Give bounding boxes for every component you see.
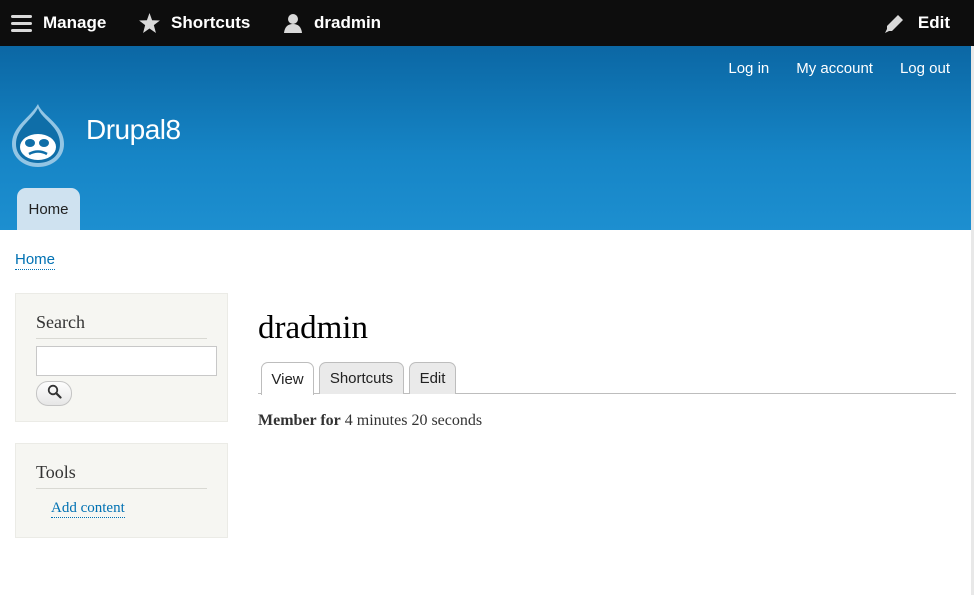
edit-label: Edit bbox=[917, 13, 950, 32]
tools-block: Tools Add content bbox=[15, 443, 228, 538]
shortcuts-button[interactable]: Shortcuts bbox=[139, 0, 250, 46]
log-out-link[interactable]: Log out bbox=[900, 60, 950, 77]
search-block: Search bbox=[15, 293, 228, 422]
tab-view[interactable]: View bbox=[261, 362, 314, 395]
shortcuts-label: Shortcuts bbox=[171, 13, 251, 32]
page-title: dradmin bbox=[258, 310, 368, 346]
my-account-link[interactable]: My account bbox=[796, 60, 873, 77]
breadcrumb-home-link[interactable]: Home bbox=[15, 251, 56, 270]
add-content-link[interactable]: Add content bbox=[51, 500, 125, 518]
manage-button[interactable]: Manage bbox=[11, 0, 106, 46]
tools-block-title: Tools bbox=[36, 462, 207, 489]
search-icon bbox=[47, 384, 62, 404]
user-label: dradmin bbox=[314, 13, 382, 32]
user-button[interactable]: dradmin bbox=[283, 0, 381, 46]
main-menu-home-tab[interactable]: Home bbox=[17, 188, 80, 230]
site-header: Log in My account Log out Drupal8 Home bbox=[0, 46, 974, 230]
member-for-field: Member for 4 minutes 20 seconds bbox=[258, 412, 482, 430]
member-for-value: 4 minutes 20 seconds bbox=[344, 412, 483, 429]
log-in-link[interactable]: Log in bbox=[728, 60, 769, 77]
search-block-title: Search bbox=[36, 312, 207, 339]
member-for-label: Member for bbox=[258, 412, 341, 429]
user-icon bbox=[283, 13, 303, 33]
manage-label: Manage bbox=[43, 13, 107, 32]
pencil-icon bbox=[884, 14, 904, 33]
tab-edit[interactable]: Edit bbox=[409, 362, 456, 394]
search-input[interactable] bbox=[36, 346, 217, 376]
admin-toolbar: Manage Shortcuts dradmin Edit bbox=[0, 0, 974, 46]
star-icon bbox=[139, 13, 160, 33]
menu-icon bbox=[11, 14, 32, 32]
site-name[interactable]: Drupal8 bbox=[86, 114, 181, 146]
edit-button[interactable]: Edit bbox=[884, 0, 950, 46]
tab-shortcuts[interactable]: Shortcuts bbox=[319, 362, 404, 394]
secondary-menu: Log in My account Log out bbox=[701, 60, 950, 77]
drupal-logo-icon[interactable] bbox=[8, 102, 68, 168]
search-button[interactable] bbox=[36, 381, 72, 406]
